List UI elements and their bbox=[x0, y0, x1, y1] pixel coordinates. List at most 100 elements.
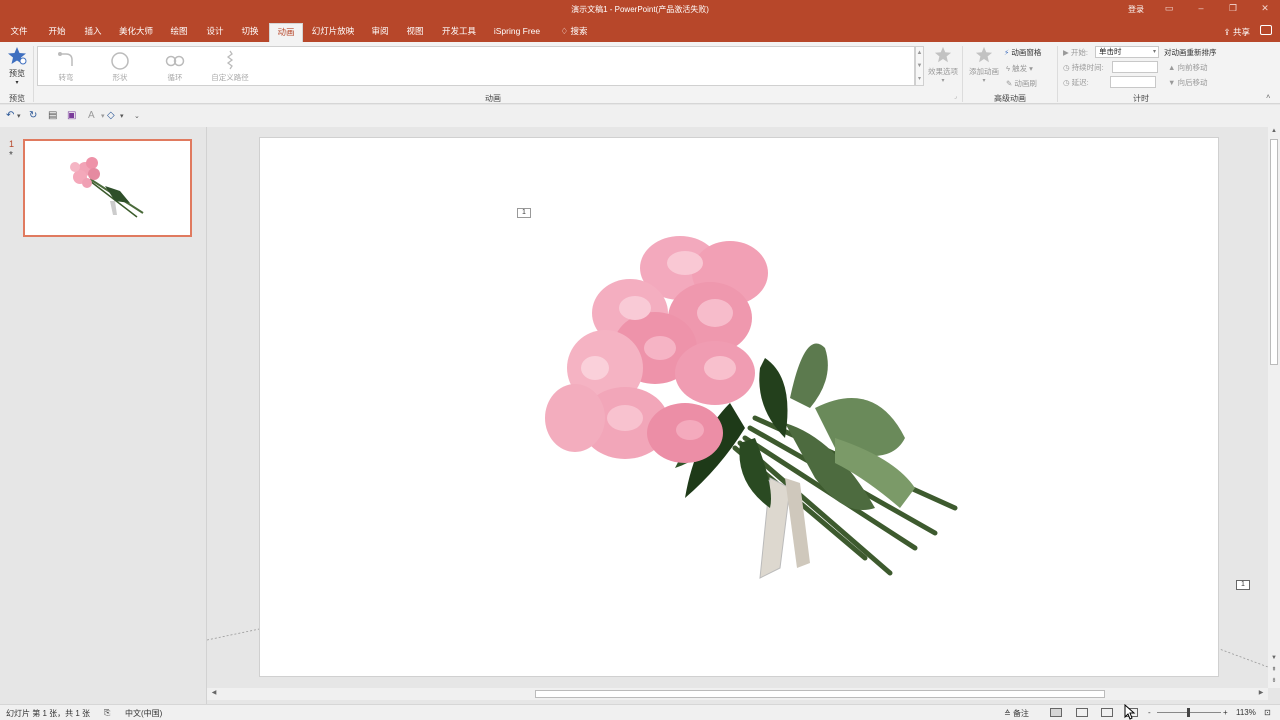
advanced-group-label: 高级动画 bbox=[994, 94, 1026, 103]
share-button[interactable]: ⇪ 共享 bbox=[1223, 26, 1250, 38]
fit-to-window-icon[interactable]: ⊡ bbox=[1264, 708, 1271, 717]
undo-dropdown-icon[interactable]: ▾ bbox=[17, 112, 21, 120]
tab-slideshow[interactable]: 幻灯片放映 bbox=[310, 23, 356, 42]
move-earlier-button[interactable]: ▲ 向前移动 bbox=[1168, 62, 1208, 73]
next-slide-icon[interactable]: ⇟ bbox=[1269, 677, 1279, 687]
customize-qat-icon[interactable]: ⌄ bbox=[134, 112, 140, 120]
spellcheck-icon[interactable]: ⎘ bbox=[104, 708, 110, 718]
play-icon: ▶ bbox=[1063, 48, 1069, 57]
effect-star-icon bbox=[934, 46, 952, 63]
vertical-scroll-thumb[interactable] bbox=[1270, 139, 1278, 365]
tab-insert[interactable]: 插入 bbox=[80, 23, 106, 42]
reading-view-icon[interactable] bbox=[1101, 708, 1113, 717]
tab-file[interactable]: 文件 bbox=[6, 23, 32, 42]
star-icon bbox=[8, 47, 27, 65]
animation-tag[interactable]: 1 bbox=[1236, 580, 1250, 590]
horizontal-scroll-thumb[interactable] bbox=[535, 690, 1105, 698]
painter-icon: ✎ bbox=[1006, 79, 1013, 88]
save-icon[interactable]: ▣ bbox=[67, 110, 76, 121]
minimize-icon[interactable]: – bbox=[1194, 3, 1208, 15]
close-icon[interactable]: ✕ bbox=[1258, 3, 1272, 15]
tab-design[interactable]: 设计 bbox=[202, 23, 228, 42]
duration-field[interactable] bbox=[1112, 61, 1158, 73]
custom-path-icon bbox=[226, 50, 234, 70]
scroll-right-icon[interactable]: ▶ bbox=[1256, 689, 1266, 699]
slideshow-start-icon[interactable]: ▤ bbox=[48, 110, 57, 121]
trigger-button[interactable]: ϟ 触发 ▾ bbox=[1006, 63, 1033, 74]
quick-access-toolbar: ↶ ▾ ↻ ▤ ▣ A ▾ ◇ ▾ ⌄ bbox=[0, 105, 1280, 127]
search-label: 搜索 bbox=[570, 26, 588, 36]
scroll-down-icon[interactable]: ▼ bbox=[1269, 655, 1279, 665]
ribbon-display-icon[interactable]: ▭ bbox=[1162, 3, 1176, 15]
turn-path-icon bbox=[58, 52, 73, 66]
tab-draw[interactable]: 绘图 bbox=[166, 23, 192, 42]
zoom-in-icon[interactable]: + bbox=[1223, 708, 1228, 717]
anim-shape[interactable]: 形状 bbox=[100, 50, 140, 83]
animation-pane-icon: ⚡ bbox=[1004, 48, 1010, 57]
redo-icon[interactable]: ↻ bbox=[29, 110, 37, 121]
tab-transitions[interactable]: 切换 bbox=[237, 23, 263, 42]
mouse-cursor-icon bbox=[1124, 704, 1136, 720]
group-divider bbox=[1057, 46, 1058, 102]
undo-icon[interactable]: ↶ bbox=[6, 110, 14, 121]
lightbulb-icon: ♢ bbox=[560, 26, 569, 36]
preview-button[interactable]: 预览 ▾ bbox=[4, 46, 30, 86]
timing-group-label: 计时 bbox=[1133, 94, 1149, 103]
anim-loop[interactable]: 循环 bbox=[155, 50, 195, 83]
normal-view-icon[interactable] bbox=[1050, 708, 1062, 717]
font-icon[interactable]: A bbox=[88, 110, 95, 121]
rose-bouquet-image[interactable] bbox=[535, 208, 975, 588]
anim-turn[interactable]: 转弯 bbox=[46, 50, 86, 83]
gallery-scroll[interactable]: ▲ ▼ ▾ bbox=[915, 46, 924, 86]
scroll-up-icon[interactable]: ▲ bbox=[1269, 128, 1279, 138]
anim-custom-path[interactable]: 自定义路径 bbox=[206, 50, 254, 83]
tab-animations[interactable]: 动画 bbox=[269, 23, 303, 42]
notes-button[interactable]: ≙ 备注 bbox=[1004, 708, 1029, 719]
tab-home[interactable]: 开始 bbox=[44, 23, 70, 42]
tab-developer[interactable]: 开发工具 bbox=[438, 23, 480, 42]
delay-field[interactable] bbox=[1110, 76, 1156, 88]
start-label: ▶ 开始: bbox=[1063, 47, 1088, 58]
comment-icon[interactable] bbox=[1260, 25, 1272, 35]
animation-tag[interactable]: 1 bbox=[517, 208, 531, 218]
shapes-dropdown-icon[interactable]: ▾ bbox=[120, 112, 124, 120]
start-text: 开始: bbox=[1070, 48, 1088, 57]
tab-review[interactable]: 审阅 bbox=[367, 23, 393, 42]
delay-text: 延迟: bbox=[1071, 78, 1089, 87]
login-link[interactable]: 登录 bbox=[1128, 4, 1144, 15]
share-icon: ⇪ bbox=[1223, 27, 1231, 37]
zoom-out-icon[interactable]: - bbox=[1148, 708, 1151, 717]
zoom-level[interactable]: 113% bbox=[1236, 708, 1256, 717]
animation-pane-button[interactable]: ⚡ 动画窗格 bbox=[1004, 47, 1041, 58]
scroll-left-icon[interactable]: ◀ bbox=[209, 689, 219, 699]
language-indicator[interactable]: 中文(中国) bbox=[125, 708, 162, 719]
slide-canvas[interactable]: 1 1 bbox=[259, 137, 1250, 677]
tab-ispring[interactable]: iSpring Free bbox=[490, 23, 544, 42]
up-arrow-icon: ▲ bbox=[1168, 63, 1176, 72]
collapse-ribbon-icon[interactable]: ˄ bbox=[1266, 92, 1270, 101]
vertical-scrollbar[interactable]: ▲ ▼ ⇞ ⇟ bbox=[1268, 127, 1280, 688]
font-dropdown-icon[interactable]: ▾ bbox=[101, 112, 105, 120]
slide-sorter-icon[interactable] bbox=[1076, 708, 1088, 717]
start-value: 单击时 bbox=[1099, 47, 1122, 56]
delay-label: ◷ 延迟: bbox=[1063, 77, 1089, 88]
animation-painter-label: 动画刷 bbox=[1014, 79, 1037, 88]
restore-icon[interactable]: ❐ bbox=[1226, 3, 1240, 15]
previous-slide-icon[interactable]: ⇞ bbox=[1269, 666, 1279, 676]
shapes-icon[interactable]: ◇ bbox=[107, 110, 115, 121]
group-divider bbox=[33, 46, 34, 102]
tab-beautify[interactable]: 美化大师 bbox=[116, 23, 156, 42]
zoom-slider-handle[interactable] bbox=[1187, 708, 1190, 717]
animation-painter-button[interactable]: ✎ 动画刷 bbox=[1006, 78, 1037, 89]
horizontal-scrollbar[interactable]: ◀ ▶ bbox=[207, 688, 1268, 700]
tab-view[interactable]: 视图 bbox=[402, 23, 428, 42]
add-animation-label: 添加动画 bbox=[969, 67, 999, 76]
effect-options-button[interactable]: 效果选项 ▾ bbox=[925, 46, 961, 84]
animation-dialog-launcher[interactable]: ⌟ bbox=[954, 93, 957, 100]
tab-search[interactable]: ♢ 搜索 bbox=[556, 23, 592, 42]
add-animation-button[interactable]: 添加动画 ▾ bbox=[966, 46, 1002, 84]
slide-thumbnail[interactable] bbox=[23, 139, 192, 237]
animation-gallery: 转弯 形状 循环 自定义路径 bbox=[37, 46, 915, 86]
start-select[interactable]: 单击时 ▾ bbox=[1095, 46, 1159, 58]
move-later-button[interactable]: ▼ 向后移动 bbox=[1168, 77, 1208, 88]
